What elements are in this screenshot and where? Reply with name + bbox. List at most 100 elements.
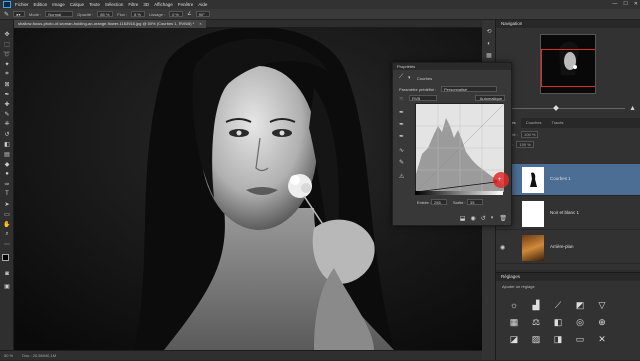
brush-tool-icon[interactable]: ✎ [3, 110, 11, 118]
blur-tool-icon[interactable]: ◆ [3, 160, 11, 168]
vibrance-icon[interactable]: ▽ [596, 299, 608, 311]
foreground-color-swatch[interactable] [2, 254, 9, 261]
pencil-tool-icon[interactable]: ✎ [399, 159, 404, 166]
close-tab-icon[interactable]: × [199, 21, 201, 26]
swatches-panel-icon[interactable]: ▦ [485, 52, 493, 60]
menu-image[interactable]: Image [52, 2, 65, 7]
healing-tool-icon[interactable]: ✚ [3, 100, 11, 108]
on-image-tool-icon[interactable]: ☜ [399, 96, 403, 102]
angle-field[interactable]: 90° [195, 11, 210, 17]
menu-filter[interactable]: Filtre [128, 2, 138, 7]
gradient-map-icon[interactable]: ▭ [574, 333, 586, 345]
threshold-icon[interactable]: ◨ [552, 333, 564, 345]
layer-row-curves[interactable]: ◉ Courbes 1 [496, 164, 640, 196]
tab-paths[interactable]: Tracés [546, 118, 568, 128]
menu-help[interactable]: Aide [198, 2, 207, 7]
menu-file[interactable]: Fichier [15, 2, 29, 7]
quick-select-tool-icon[interactable]: ✦ [3, 60, 11, 68]
zoom-in-icon[interactable]: ▲ [629, 105, 636, 112]
menu-layer[interactable]: Calque [70, 2, 84, 7]
curve-point-tool-icon[interactable]: ∿ [399, 147, 404, 154]
zoom-slider-knob[interactable] [553, 104, 560, 111]
maximize-button[interactable]: ☐ [623, 1, 627, 7]
menu-type[interactable]: Texte [89, 2, 100, 7]
layer-row-black-white[interactable]: ◉ Noir et blanc 1 [496, 198, 640, 230]
menu-select[interactable]: Sélection [105, 2, 124, 7]
menu-view[interactable]: Affichage [154, 2, 173, 7]
visibility-eye-icon[interactable]: ◉ [500, 244, 505, 251]
menu-edit[interactable]: Edition [34, 2, 48, 7]
photo-filter-icon[interactable]: ◎ [574, 316, 586, 328]
channel-dropdown[interactable]: RVB [409, 95, 437, 101]
navigator-view-box[interactable] [541, 49, 595, 87]
zoom-tool-icon[interactable]: ⌕ [3, 230, 11, 238]
lasso-tool-icon[interactable]: ➰ [3, 50, 11, 58]
bw-mask-thumbnail[interactable] [522, 201, 544, 227]
mode-dropdown[interactable]: Normal [45, 11, 74, 17]
color-panel-icon[interactable]: ◐ [485, 40, 493, 48]
layer-fill-field[interactable]: 100 % [516, 141, 534, 148]
path-select-tool-icon[interactable]: ➤ [3, 200, 11, 208]
invert-icon[interactable]: ◪ [508, 333, 520, 345]
pen-tool-icon[interactable]: ✑ [3, 180, 11, 188]
curves-icon[interactable]: ⟋ [552, 299, 564, 311]
black-point-eyedropper-icon[interactable]: ✒ [399, 109, 404, 116]
shape-tool-icon[interactable]: ▭ [3, 210, 11, 218]
screen-mode-icon[interactable]: ▣ [3, 282, 11, 290]
navigator-zoom-slider[interactable] [507, 104, 626, 111]
more-tools-icon[interactable]: ⋯ [3, 240, 11, 248]
brush-size-dropdown[interactable]: ●▾ [13, 11, 26, 17]
stamp-tool-icon[interactable]: ⎈ [3, 120, 11, 128]
black-white-icon[interactable]: ◧ [552, 316, 564, 328]
minimize-button[interactable]: — [612, 1, 617, 7]
zoom-status[interactable]: 50 % [4, 353, 13, 358]
navigator-thumbnail[interactable] [540, 34, 596, 94]
menu-window[interactable]: Fenêtre [178, 2, 194, 7]
mask-icon[interactable]: ◑ [407, 75, 411, 81]
white-point-eyedropper-icon[interactable]: ✒ [399, 133, 404, 140]
type-tool-icon[interactable]: T [3, 190, 11, 198]
color-balance-icon[interactable]: ⚖ [530, 316, 542, 328]
marquee-tool-icon[interactable]: ⬚ [3, 40, 11, 48]
delete-icon[interactable]: 🗑 [499, 215, 507, 223]
brightness-contrast-icon[interactable]: ☼ [508, 299, 520, 311]
brush-tool-icon[interactable]: ✎ [4, 11, 9, 18]
toggle-visibility-icon[interactable]: ◐ [491, 215, 495, 223]
input-field[interactable]: 255 [431, 199, 447, 205]
layer-row-background[interactable]: ◉ Arrière-plan [496, 232, 640, 264]
document-tab[interactable]: shallow-focus-photo-of-woman-holding-an-… [14, 20, 206, 28]
gray-point-eyedropper-icon[interactable]: ✒ [399, 121, 404, 128]
clipping-warning-icon[interactable]: ⚠ [399, 173, 404, 180]
curves-graph[interactable] [415, 103, 505, 193]
levels-icon[interactable]: ▟ [530, 299, 542, 311]
exposure-icon[interactable]: ◩ [574, 299, 586, 311]
move-tool-icon[interactable]: ✥ [3, 30, 11, 38]
posterize-icon[interactable]: ▨ [530, 333, 542, 345]
opacity-field[interactable]: 85 % [97, 11, 114, 17]
hand-tool-icon[interactable]: ✋ [3, 220, 11, 228]
output-field[interactable]: 35 [467, 199, 483, 205]
smoothing-field[interactable]: 0 % [169, 11, 184, 17]
selective-color-icon[interactable]: ✕ [596, 333, 608, 345]
clip-to-layer-icon[interactable]: ⬓ [460, 215, 466, 223]
crop-tool-icon[interactable]: ⌗ [3, 70, 11, 78]
gradient-tool-icon[interactable]: ▤ [3, 150, 11, 158]
tab-channels[interactable]: Couches [521, 118, 547, 128]
layer-opacity-field[interactable]: 100 % [521, 131, 539, 138]
frame-tool-icon[interactable]: ⊠ [3, 80, 11, 88]
auto-button[interactable]: Automatique [475, 95, 505, 101]
quick-mask-icon[interactable]: ◙ [3, 270, 11, 278]
preset-dropdown[interactable]: Personnalisé [441, 86, 497, 92]
history-brush-tool-icon[interactable]: ↺ [3, 130, 11, 138]
eyedropper-tool-icon[interactable]: ✒ [3, 90, 11, 98]
close-button[interactable]: ✕ [634, 1, 638, 7]
eraser-tool-icon[interactable]: ◧ [3, 140, 11, 148]
view-previous-icon[interactable]: ◉ [470, 215, 475, 223]
channel-mixer-icon[interactable]: ⊕ [596, 316, 608, 328]
curves-mask-thumbnail[interactable] [522, 167, 544, 193]
hue-saturation-icon[interactable]: ▦ [508, 316, 520, 328]
background-thumbnail[interactable] [522, 235, 544, 261]
menu-3d[interactable]: 3D [143, 2, 149, 7]
dodge-tool-icon[interactable]: ● [3, 170, 11, 178]
history-panel-icon[interactable]: ⟲ [485, 28, 493, 36]
